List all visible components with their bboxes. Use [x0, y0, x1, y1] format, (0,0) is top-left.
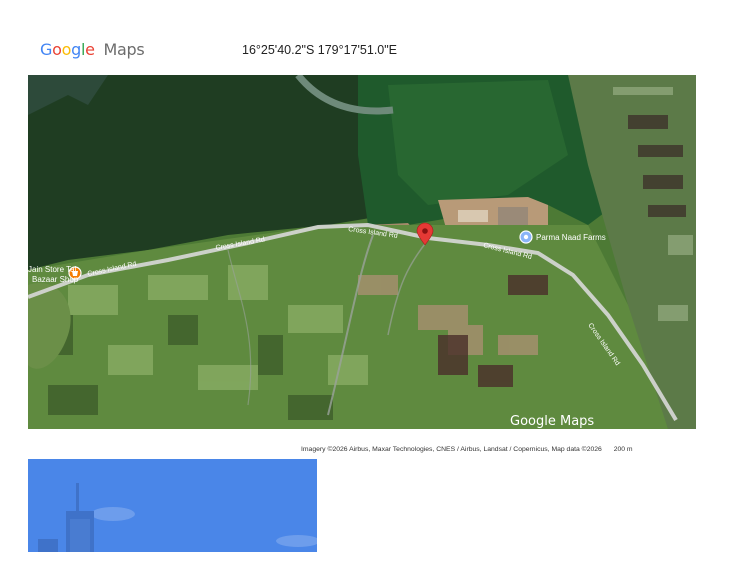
google-maps-logo: Google Maps	[40, 40, 145, 59]
poi-shop-label-line2: Bazaar Shop	[32, 275, 79, 284]
map-attribution: Imagery ©2026 Airbus, Maxar Technologies…	[301, 446, 633, 453]
google-maps-watermark: Google Maps	[510, 414, 594, 429]
satellite-map[interactable]: Cross Island Rd Cross Island Rd Cross Is…	[28, 75, 696, 429]
attribution-text: Imagery ©2026 Airbus, Maxar Technologies…	[301, 446, 602, 453]
logo-maps-text: Maps	[103, 40, 145, 59]
coordinates-readout: 16°25'40.2"S 179°17'51.0"E	[242, 43, 398, 57]
scale-bar-label: 200 m	[613, 446, 633, 453]
poi-farm-label: Parma Naad Farms	[536, 233, 606, 242]
logo-google-text: Google	[40, 40, 95, 59]
street-view-thumbnail[interactable]	[28, 459, 317, 552]
poi-shop-label-line1: Jain Store Tal	[28, 265, 77, 274]
poi-farm-marker[interactable]	[519, 230, 533, 244]
